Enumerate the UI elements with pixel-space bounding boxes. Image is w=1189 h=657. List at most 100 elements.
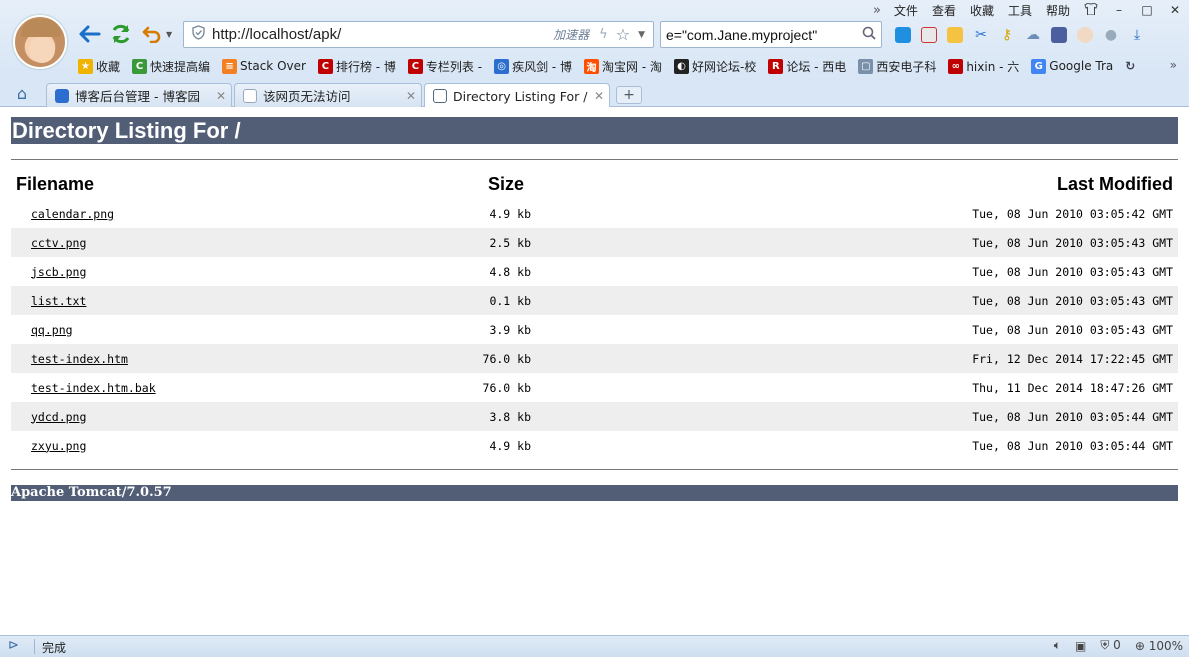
table-row: zxyu.png 4.9 kb Tue, 08 Jun 2010 03:05:4… bbox=[11, 431, 1178, 460]
page-icon bbox=[243, 88, 257, 103]
close-icon[interactable]: ✕ bbox=[211, 89, 231, 103]
edit-icon[interactable] bbox=[1046, 24, 1072, 46]
file-link[interactable]: test-index.htm.bak bbox=[31, 381, 156, 395]
close-icon[interactable]: ✕ bbox=[401, 89, 421, 103]
file-link[interactable]: list.txt bbox=[31, 294, 86, 308]
menu-tools[interactable]: 工具 bbox=[1001, 2, 1039, 19]
table-row: calendar.png 4.9 kb Tue, 08 Jun 2010 03:… bbox=[11, 199, 1178, 228]
file-modified: Tue, 08 Jun 2010 03:05:43 GMT bbox=[972, 264, 1173, 279]
file-size: 4.9 kb bbox=[489, 438, 531, 453]
browser-toolbar: » 文件 查看 收藏 工具 帮助 – □ ✕ ▼ http://localhos… bbox=[0, 0, 1189, 81]
csdn-icon: C bbox=[317, 58, 333, 74]
user-avatar[interactable] bbox=[13, 15, 67, 69]
address-bar[interactable]: http://localhost/apk/ 加速器 ϟ ☆ ▼ bbox=[183, 21, 654, 48]
shirt-icon[interactable] bbox=[1077, 1, 1105, 18]
page-icon: ▢ bbox=[858, 58, 874, 74]
table-row: qq.png 3.9 kb Tue, 08 Jun 2010 03:05:43 … bbox=[11, 315, 1178, 344]
lightning-icon[interactable]: ϟ bbox=[599, 27, 608, 42]
file-link[interactable]: calendar.png bbox=[31, 207, 114, 221]
file-modified: Tue, 08 Jun 2010 03:05:42 GMT bbox=[972, 206, 1173, 221]
bookmark-item[interactable]: 淘淘宝网 - 淘 bbox=[584, 58, 662, 75]
file-link[interactable]: ydcd.png bbox=[31, 410, 86, 424]
star-icon: ★ bbox=[78, 58, 93, 74]
menu-help[interactable]: 帮助 bbox=[1039, 2, 1077, 19]
bookmark-item[interactable]: C 专栏列表 - bbox=[407, 58, 482, 75]
divider bbox=[11, 159, 1178, 160]
back-arrow-icon[interactable] bbox=[78, 22, 102, 46]
file-link[interactable]: test-index.htm bbox=[31, 352, 128, 366]
search-input[interactable] bbox=[661, 26, 857, 43]
bookmark-item[interactable]: ∞ hixin - 六 bbox=[948, 58, 1019, 75]
close-window-button[interactable]: ✕ bbox=[1161, 3, 1189, 17]
bookmark-star-icon[interactable] bbox=[890, 24, 916, 46]
file-modified: Tue, 08 Jun 2010 03:05:43 GMT bbox=[531, 286, 1178, 315]
bookmark-favicon-icon: C bbox=[132, 58, 148, 74]
weibo-icon[interactable] bbox=[1072, 24, 1098, 46]
file-size: 2.5 kb bbox=[481, 228, 531, 257]
page-content: Directory Listing For / Filename Size La… bbox=[0, 107, 1189, 635]
file-link[interactable]: zxyu.png bbox=[31, 439, 86, 453]
new-tab-button[interactable]: + bbox=[616, 86, 642, 104]
bookmark-item[interactable]: G Google Tra bbox=[1031, 58, 1113, 74]
calendar-icon[interactable] bbox=[916, 24, 942, 46]
header-last-modified: Last Modified bbox=[1057, 173, 1173, 194]
download-icon[interactable]: ⤓ bbox=[1124, 24, 1150, 46]
sidebar-toggle-icon[interactable]: ⊳ bbox=[8, 638, 28, 653]
close-icon[interactable]: ✕ bbox=[589, 89, 609, 103]
file-link[interactable]: cctv.png bbox=[31, 236, 86, 250]
tab-blog-admin[interactable]: 博客后台管理 - 博客园 ✕ bbox=[46, 83, 232, 107]
bookmark-item[interactable]: C 排行榜 - 博 bbox=[317, 58, 396, 75]
maximize-button[interactable]: □ bbox=[1133, 3, 1161, 17]
minimize-button[interactable]: – bbox=[1105, 3, 1133, 17]
search-box[interactable] bbox=[660, 21, 882, 48]
bookmark-item[interactable]: ≡ Stack Over bbox=[222, 58, 306, 74]
bookmark-favorites[interactable]: ★ 收藏 bbox=[78, 58, 120, 75]
window-icon[interactable] bbox=[942, 24, 968, 46]
bookmarks-bar: ★ 收藏 C 快速提高编 ≡ Stack Over C 排行榜 - 博 C 专栏列表 - … bbox=[78, 54, 1189, 78]
scissors-icon[interactable]: ✂ bbox=[968, 24, 994, 46]
table-row: test-index.htm.bak 76.0 kb Thu, 11 Dec 2… bbox=[11, 373, 1178, 402]
search-icon[interactable] bbox=[857, 26, 881, 44]
menu-more-icon[interactable]: » bbox=[867, 3, 887, 18]
server-footer: Apache Tomcat/7.0.57 bbox=[11, 485, 1178, 501]
bookmark-item[interactable]: ◐ 好网论坛-校 bbox=[674, 58, 756, 75]
refresh-icon[interactable] bbox=[109, 22, 133, 46]
security-shield-icon[interactable]: ⛨ 0 bbox=[1100, 638, 1120, 653]
bookmarks-more-icon[interactable]: » bbox=[1170, 58, 1177, 72]
cnblogs-icon: ◎ bbox=[494, 58, 510, 74]
zoom-icon[interactable]: ⊕ 100% bbox=[1135, 639, 1183, 653]
file-size: 4.8 kb bbox=[489, 264, 531, 279]
bookmark-item[interactable]: R 论坛 - 西电 bbox=[768, 58, 846, 75]
menu-favorites[interactable]: 收藏 bbox=[963, 2, 1001, 19]
address-dropdown-icon[interactable]: ▼ bbox=[638, 30, 645, 40]
tab-directory-listing[interactable]: Directory Listing For / ✕ bbox=[424, 83, 610, 108]
header-filename: Filename bbox=[16, 173, 95, 194]
divider bbox=[34, 639, 35, 654]
more-dots-icon[interactable]: ● bbox=[1098, 24, 1124, 46]
key-icon[interactable]: ⚷ bbox=[994, 24, 1020, 46]
menu-file[interactable]: 文件 bbox=[887, 2, 925, 19]
menu-view[interactable]: 查看 bbox=[925, 2, 963, 19]
tab-page-unreachable[interactable]: 该网页无法访问 ✕ bbox=[234, 83, 422, 107]
undo-close-tab-icon[interactable] bbox=[140, 22, 164, 46]
file-modified: Tue, 08 Jun 2010 03:05:43 GMT bbox=[531, 228, 1178, 257]
file-link[interactable]: jscb.png bbox=[31, 265, 86, 279]
file-link[interactable]: qq.png bbox=[31, 323, 73, 337]
accelerator-label[interactable]: 加速器 bbox=[553, 26, 589, 43]
speaker-icon[interactable]: 🔈︎ bbox=[1054, 638, 1061, 653]
table-header-row: Filename Size Last Modified bbox=[11, 169, 1178, 199]
file-size: 4.9 kb bbox=[489, 206, 531, 221]
cloud-icon[interactable]: ☁ bbox=[1020, 24, 1046, 46]
bookmark-item[interactable]: ▢ 西安电子科 bbox=[858, 58, 936, 75]
address-url[interactable]: http://localhost/apk/ bbox=[212, 26, 553, 43]
favorite-star-icon[interactable]: ☆ bbox=[616, 25, 630, 44]
status-bar: ⊳ 完成 🔈︎ ▣ ⛨ 0 ⊕ 100% bbox=[0, 635, 1189, 657]
refresh-small-icon[interactable]: ↻ bbox=[1125, 59, 1135, 73]
toolbox-icon[interactable]: ▣ bbox=[1075, 639, 1086, 653]
bookmark-item[interactable]: C 快速提高编 bbox=[132, 58, 210, 75]
bookmark-item[interactable]: ◎ 疾风剑 - 博 bbox=[494, 58, 572, 75]
status-tools: 🔈︎ ▣ ⛨ 0 ⊕ 100% bbox=[1054, 638, 1183, 653]
home-icon[interactable]: ⌂ bbox=[10, 84, 34, 104]
toolbar-icons: ✂ ⚷ ☁ ● ⤓ bbox=[890, 24, 1150, 46]
chevron-down-icon[interactable]: ▼ bbox=[166, 30, 172, 39]
